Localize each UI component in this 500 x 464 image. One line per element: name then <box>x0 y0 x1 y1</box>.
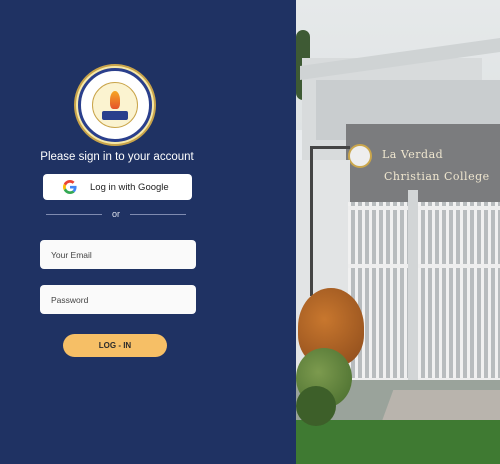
password-field[interactable] <box>40 285 196 314</box>
divider-line-right <box>130 213 187 215</box>
photo-gate-rail-top <box>348 206 500 210</box>
photo-gate <box>348 202 500 392</box>
google-icon <box>63 180 77 194</box>
google-login-label: Log in with Google <box>90 181 169 193</box>
photo-shrub-dark <box>296 386 336 426</box>
login-panel: Please sign in to your account Log in wi… <box>0 0 296 464</box>
logo-emblem <box>92 82 138 128</box>
book-icon <box>102 110 128 120</box>
photo-gate-post <box>408 190 418 390</box>
photo-grass <box>296 420 500 464</box>
college-logo <box>74 64 156 146</box>
torch-icon <box>110 90 120 109</box>
photo-sign-seal <box>348 144 372 168</box>
logo-ring <box>78 68 152 142</box>
or-divider: or <box>46 208 187 220</box>
photo-gate-rail-middle <box>348 264 500 268</box>
email-field[interactable] <box>40 240 196 269</box>
google-login-button[interactable]: Log in with Google <box>43 174 192 200</box>
photo-sign-text-2: Christian College <box>384 170 490 183</box>
photo-lamp-arm <box>310 146 350 149</box>
photo-lamp-post <box>310 146 313 296</box>
photo-sign-text-1: La Verdad <box>382 148 444 161</box>
signin-heading: Please sign in to your account <box>40 151 194 163</box>
login-button[interactable]: LOG - IN <box>63 334 167 357</box>
divider-line-left <box>46 213 102 215</box>
divider-text: or <box>112 209 121 219</box>
campus-photo: La Verdad Christian College <box>296 0 500 464</box>
